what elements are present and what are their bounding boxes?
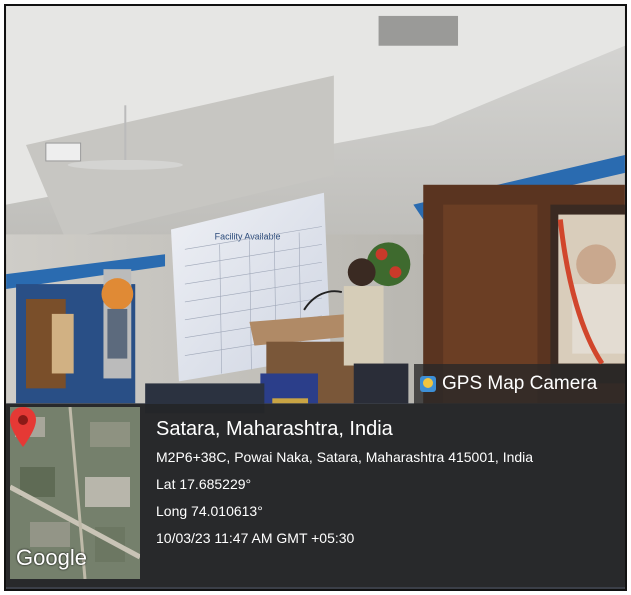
- gps-map-camera-icon: [420, 376, 436, 392]
- photo-frame: Facility Available GPS Map Camera Google…: [4, 4, 627, 591]
- longitude-text: Long 74.010613°: [156, 503, 263, 519]
- google-logo: Google: [16, 545, 87, 570]
- location-pin-icon: [10, 407, 36, 447]
- latitude-text: Lat 17.685229°: [156, 476, 252, 492]
- map-thumbnail: Google: [10, 407, 140, 579]
- datetime-text: 10/03/23 11:47 AM GMT +05:30: [156, 530, 355, 546]
- app-watermark: GPS Map Camera: [414, 364, 625, 404]
- place-name: Satara, Maharashtra, India: [156, 418, 393, 440]
- app-name: GPS Map Camera: [442, 373, 598, 394]
- location-info: Satara, Maharashtra, India M2P6+38C, Pow…: [156, 416, 533, 552]
- address-text: M2P6+38C, Powai Naka, Satara, Maharashtr…: [156, 449, 534, 465]
- location-overlay: Google Satara, Maharashtra, India M2P6+3…: [6, 404, 625, 587]
- slide-title: Facility Available: [215, 231, 281, 241]
